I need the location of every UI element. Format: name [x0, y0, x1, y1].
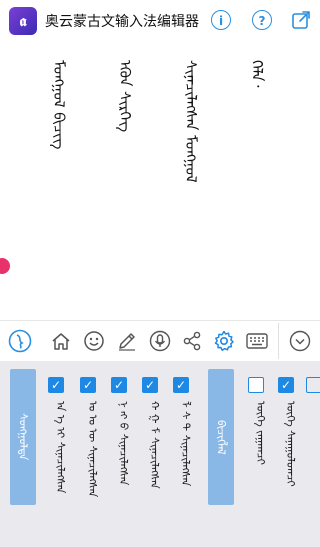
group-header: ᠪᠢᠴᠢᠭᠯᠡᠯ	[208, 369, 234, 505]
checkbox[interactable]	[306, 377, 320, 393]
chevron-down-icon[interactable]	[288, 329, 312, 353]
help-icon[interactable]: ?	[252, 10, 272, 30]
text-editor[interactable]: ᠮᠣᠩᠭᠣᠯ ᠪᠢᠴᠢᠭ ᠡᠭᠦᠨ ᠰᠢᠷᠬᠡᠭ ᠰᠢᠨᠡᠴᠢᠯᠡᠭᠰᠡᠨ ᠮᠣ…	[0, 42, 320, 319]
app-header: 𝖆 奥云蒙古文输入法编辑器 i ?	[0, 0, 320, 42]
checkbox[interactable]: ✓	[48, 377, 64, 393]
option-label: ᠣ ᠤ ᠥ ᠰᠢᠨᠡᠴᠢᠯᠡᠭᠰᠡᠨ	[86, 401, 99, 498]
option-label: ᠠ ᠡ ᠢ ᠰᠢᠨᠡᠴᠢᠯᠡᠭᠰᠡᠨ	[54, 401, 67, 494]
option-column-partial[interactable]	[306, 377, 320, 393]
checkbox[interactable]: ✓	[278, 377, 294, 393]
option-label: ᠯ ᠰ ᠲ ᠰᠢᠨᠡᠴᠢᠯᠡᠭᠰᠡᠨ	[179, 401, 192, 487]
pen-icon[interactable]	[115, 329, 139, 353]
checkbox[interactable]	[248, 377, 264, 393]
option-column[interactable]: ✓ ᠣ ᠤ ᠥ ᠰᠢᠨᠡᠴᠢᠯᠡᠭᠰᠡᠨ	[80, 377, 100, 497]
checkbox[interactable]: ✓	[80, 377, 96, 393]
editor-line: ᠡᠭᠦᠨ ᠰᠢᠷᠬᠡᠭ	[116, 60, 134, 133]
checkbox[interactable]: ✓	[142, 377, 158, 393]
option-column[interactable]: ✓ ᠦᠭᠡ ᠰᠠᠨᠠᠭᠤᠯᠤᠭᠴᠢ	[278, 377, 298, 487]
microphone-icon[interactable]	[148, 329, 172, 353]
option-label: ᠬ ᠭ ᠮ ᠰᠢᠨᠡᠴᠢᠯᠡᠭᠰᠡᠨ	[148, 401, 161, 489]
share-icon[interactable]	[290, 9, 312, 31]
gear-icon[interactable]	[212, 329, 236, 353]
option-column[interactable]: ✓ ᠬ ᠭ ᠮ ᠰᠢᠨᠡᠴᠢᠯᠡᠭᠰᠡᠨ	[142, 377, 162, 489]
group-header-label: ᠪᠢᠴᠢᠭᠯᠡᠯ	[214, 419, 228, 455]
editor-line: ᠰᠢᠨᠡᠴᠢᠯᠡᠭᠰᠡᠨ ᠮᠣᠩᠭᠣᠯ	[182, 60, 200, 183]
option-label: ᠦᠭᠡ ᠰᠠᠨᠠᠭᠤᠯᠤᠭᠴᠢ	[284, 401, 297, 487]
home-icon[interactable]	[49, 329, 73, 353]
checkbox[interactable]: ✓	[111, 377, 127, 393]
toolbar-divider	[278, 323, 279, 359]
checkbox[interactable]: ✓	[173, 377, 189, 393]
group-header-label: ᠰᠣᠩᠭᠣᠯᠲᠠ	[16, 413, 30, 461]
editor-line: ᠬᠡᠯᠡ᠂	[248, 60, 266, 88]
emoji-icon[interactable]	[82, 329, 106, 353]
keyboard-icon[interactable]	[245, 329, 269, 353]
editor-content[interactable]: ᠮᠣᠩᠭᠣᠯ ᠪᠢᠴᠢᠭ ᠡᠭᠦᠨ ᠰᠢᠷᠬᠡᠭ ᠰᠢᠨᠡᠴᠢᠯᠡᠭᠰᠡᠨ ᠮᠣ…	[4, 60, 312, 295]
group-header: ᠰᠣᠩᠭᠣᠯᠲᠠ	[10, 369, 36, 505]
option-column[interactable]: ✓ ᠠ ᠡ ᠢ ᠰᠢᠨᠡᠴᠢᠯᠡᠭᠰᠡᠨ	[48, 377, 68, 493]
editor-line: ᠮᠣᠩᠭᠣᠯ ᠪᠢᠴᠢᠭ	[50, 60, 68, 150]
option-label: ᠨ ᠩ ᠪ ᠰᠢᠨᠡᠴᠢᠯᠡᠭᠰᠡᠨ	[117, 401, 130, 486]
option-column[interactable]: ✓ ᠯ ᠰ ᠲ ᠰᠢᠨᠡᠴᠢᠯᠡᠭᠰᠡᠨ	[173, 377, 193, 486]
app-logo-icon: 𝖆	[9, 7, 37, 35]
settings-panel: ᠰᠣᠩᠭᠣᠯᠲᠠ ✓ ᠠ ᠡ ᠢ ᠰᠢᠨᠡᠴᠢᠯᠡᠭᠰᠡᠨ ✓ ᠣ ᠤ ᠥ ᠰᠢ…	[0, 361, 320, 547]
app-logo-icon[interactable]	[8, 329, 32, 353]
app-title: 奥云蒙古文输入法编辑器	[45, 14, 199, 30]
option-label: ᠦᠭᠡ ᠵᠠᠭᠠᠭᠴᠢ	[254, 401, 267, 465]
keyboard-toolbar	[0, 320, 320, 362]
option-column[interactable]: ✓ ᠨ ᠩ ᠪ ᠰᠢᠨᠡᠴᠢᠯᠡᠭᠰᠡᠨ	[111, 377, 131, 485]
option-column[interactable]: ᠦᠭᠡ ᠵᠠᠭᠠᠭᠴᠢ	[248, 377, 268, 465]
info-icon[interactable]: i	[211, 10, 231, 30]
share-nodes-icon[interactable]	[180, 329, 204, 353]
